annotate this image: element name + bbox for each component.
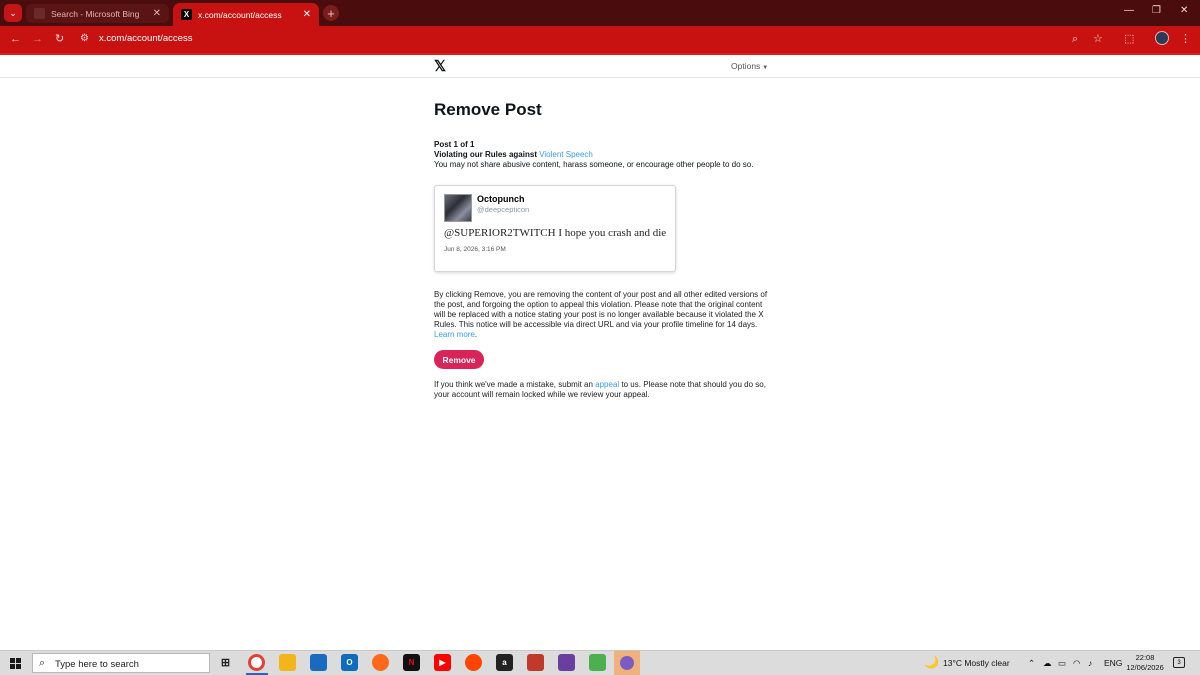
language-indicator[interactable]: ENG	[1104, 658, 1122, 668]
forward-icon[interactable]: →	[32, 32, 43, 46]
tray-expand-icon[interactable]: ⌃	[1028, 658, 1035, 669]
file-explorer-icon[interactable]	[279, 654, 296, 671]
site-header: 𝕏 Options ▼	[0, 55, 1200, 78]
violent-speech-link[interactable]: Violent Speech	[539, 150, 593, 159]
page-title: Remove Post	[434, 100, 542, 119]
main-content: Remove Post Post 1 of 1 Violating our Ru…	[434, 100, 774, 169]
tab-close-icon[interactable]: ✕	[153, 8, 161, 19]
profile-avatar[interactable]	[1155, 31, 1169, 45]
removal-explanation: By clicking Remove, you are removing the…	[434, 290, 769, 340]
minimize-icon[interactable]: —	[1124, 5, 1134, 16]
options-dropdown[interactable]: Options ▼	[731, 61, 768, 71]
taskbar-search-box[interactable]: ⌕ Type here to search	[32, 653, 210, 673]
x-favicon-icon: X	[181, 9, 192, 20]
windows-start-icon[interactable]	[10, 658, 21, 669]
explanation-period: .	[474, 330, 478, 339]
post-date: Jun 8, 2026, 3:16 PM	[444, 246, 506, 253]
task-view-icon[interactable]: ⊞	[217, 654, 234, 671]
rule-description: You may not share abusive content, haras…	[434, 160, 754, 169]
firefox-icon[interactable]	[372, 654, 389, 671]
x-logo-icon[interactable]: 𝕏	[434, 57, 446, 75]
tab-x-account-access[interactable]: X x.com/account/access ✕	[173, 3, 319, 26]
weather-text[interactable]: 13°C Mostly clear	[943, 658, 1010, 668]
chrome-icon[interactable]	[248, 654, 265, 671]
taskbar: ⌕ Type here to search ⊞ O N ▶ a 🌙 13°C M…	[0, 650, 1200, 675]
clock[interactable]: 22:08 12/06/2026	[1125, 653, 1165, 673]
volume-icon[interactable]: ♪	[1088, 658, 1092, 668]
caret-down-icon: ▼	[762, 65, 769, 71]
minecraft-icon[interactable]	[589, 654, 606, 671]
tab-title: x.com/account/access	[198, 9, 282, 20]
avatar	[444, 194, 472, 222]
autobots-icon[interactable]	[527, 654, 544, 671]
tab-search-chevron-icon[interactable]: ⌄	[4, 4, 22, 22]
site-settings-icon[interactable]: ⚙	[80, 32, 89, 46]
new-tab-button[interactable]: +	[323, 5, 339, 21]
netflix-icon[interactable]: N	[403, 654, 420, 671]
violation-info: Post 1 of 1 Violating our Rules against …	[434, 140, 774, 170]
browser-toolbar: ← → ↻ ⚙ x.com/account/access ⌕ ☆ ⬚ ⋮	[0, 26, 1200, 53]
weather-icon[interactable]: 🌙	[924, 655, 939, 669]
address-bar[interactable]: x.com/account/access	[99, 33, 192, 44]
tab-title: Search - Microsoft Bing	[51, 8, 140, 19]
zoom-icon[interactable]: ⌕	[1072, 32, 1078, 46]
appeal-prefix: If you think we've made a mistake, submi…	[434, 380, 596, 389]
store-icon[interactable]	[310, 654, 327, 671]
back-icon[interactable]: ←	[10, 32, 21, 46]
app-highlight-icon[interactable]	[614, 651, 640, 675]
post-card: Octopunch @deepcepticon @SUPERIOR2TWITCH…	[434, 185, 676, 272]
post-count: Post 1 of 1	[434, 140, 475, 149]
battery-icon[interactable]: ▭	[1058, 658, 1066, 669]
onedrive-icon[interactable]: ☁	[1043, 658, 1052, 669]
explanation-text: By clicking Remove, you are removing the…	[434, 290, 768, 329]
decepticons-icon[interactable]	[558, 654, 575, 671]
close-window-icon[interactable]: ✕	[1180, 5, 1188, 16]
notification-center-icon[interactable]: 3	[1173, 657, 1185, 668]
youtube-icon[interactable]: ▶	[434, 654, 451, 671]
remove-button[interactable]: Remove	[434, 350, 484, 369]
tab-close-icon[interactable]: ✕	[303, 9, 311, 20]
tab-bing-search[interactable]: Search - Microsoft Bing ✕	[26, 4, 169, 23]
tab-bar: ⌄ Search - Microsoft Bing ✕ X x.com/acco…	[0, 0, 1200, 26]
appeal-note: If you think we've made a mistake, submi…	[434, 380, 769, 400]
outlook-icon[interactable]: O	[341, 654, 358, 671]
extensions-icon[interactable]: ⬚	[1124, 32, 1134, 46]
maximize-icon[interactable]: ❐	[1152, 5, 1161, 16]
amazon-icon[interactable]: a	[496, 654, 513, 671]
clock-time: 22:08	[1135, 653, 1155, 662]
wifi-icon[interactable]: ◠	[1073, 658, 1080, 669]
bookmark-star-icon[interactable]: ☆	[1093, 32, 1103, 46]
bing-favicon-icon	[34, 8, 45, 19]
post-text: @SUPERIOR2TWITCH I hope you crash and di…	[444, 227, 667, 239]
clock-date: 12/06/2026	[1126, 663, 1164, 672]
learn-more-link[interactable]: Learn more	[434, 330, 475, 339]
search-placeholder: Type here to search	[55, 659, 139, 670]
post-author: Octopunch	[477, 194, 525, 204]
search-icon: ⌕	[39, 657, 46, 669]
post-handle: @deepcepticon	[477, 205, 530, 214]
reload-icon[interactable]: ↻	[55, 32, 64, 46]
options-label: Options	[731, 61, 761, 71]
menu-icon[interactable]: ⋮	[1180, 32, 1191, 46]
violating-prefix: Violating our Rules against	[434, 150, 540, 159]
reddit-icon[interactable]	[465, 654, 482, 671]
appeal-link[interactable]: appeal	[595, 380, 619, 389]
